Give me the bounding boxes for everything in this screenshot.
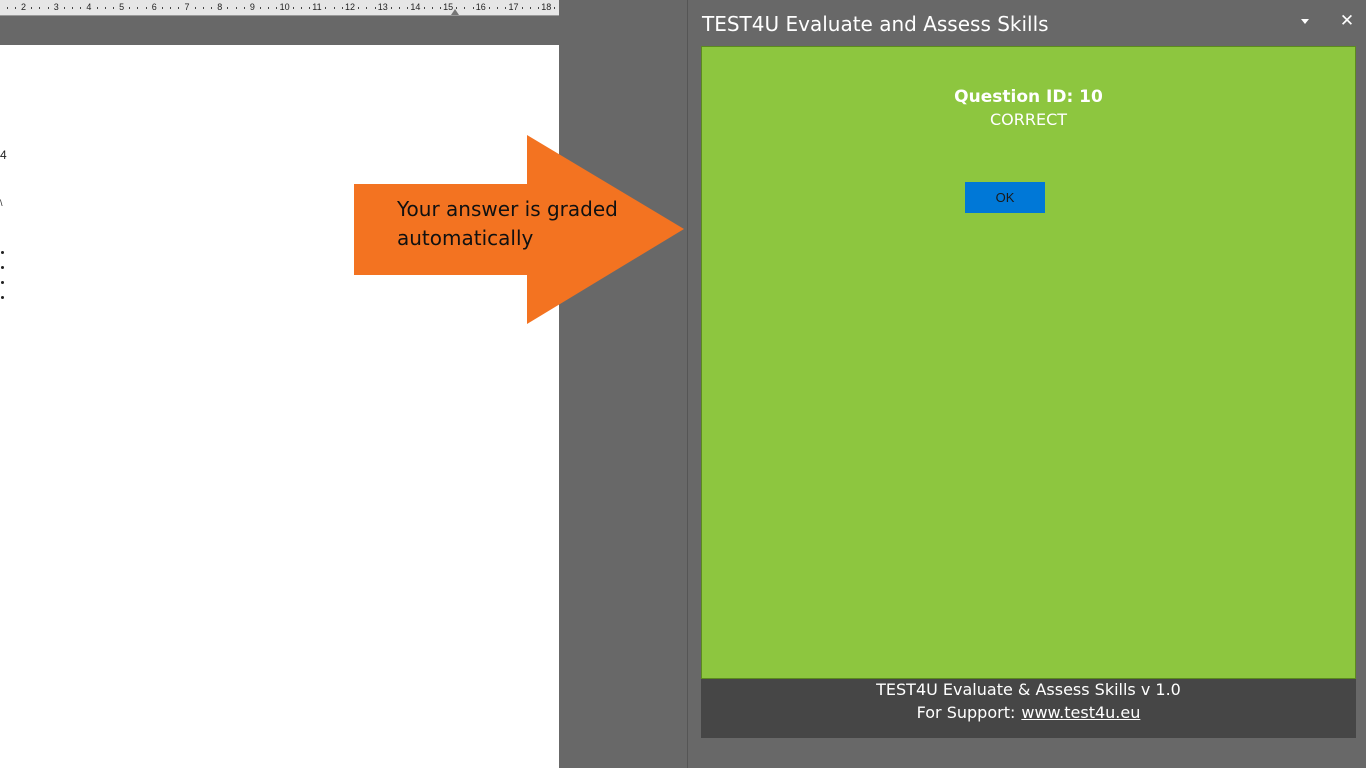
ruler-number: 17 [508, 2, 519, 12]
ruler-tick [374, 7, 376, 9]
ruler-tick [366, 7, 368, 9]
ruler-tick [268, 7, 270, 9]
document-text-fragment: \ [0, 198, 3, 208]
ruler-tick [72, 7, 74, 9]
result-status: CORRECT [989, 110, 1068, 129]
bullet-dot [1, 281, 4, 284]
ruler-number: 18 [541, 2, 552, 12]
bullet-dot [1, 251, 4, 254]
ruler-tick [39, 7, 41, 9]
ruler-tick [202, 7, 204, 9]
ruler-number: 7 [184, 2, 190, 12]
ruler-number: 5 [119, 2, 125, 12]
ruler-tick [309, 7, 311, 9]
ruler-tick [554, 7, 556, 9]
ruler-tick [333, 7, 335, 9]
ruler-tick [112, 7, 114, 9]
ruler-tick [423, 7, 425, 9]
ruler-number: 4 [86, 2, 92, 12]
ruler-tick [292, 7, 294, 9]
support-line: For Support: www.test4u.eu [701, 703, 1356, 722]
ruler-tick [63, 7, 65, 9]
callout-text-line: Your answer is graded [397, 197, 618, 221]
ruler-tick [341, 7, 343, 9]
ruler-tick [505, 7, 507, 9]
ruler-tick [358, 7, 360, 9]
ruler-tick [276, 7, 278, 9]
ok-button[interactable]: OK [965, 182, 1045, 213]
ruler-number: 8 [217, 2, 223, 12]
ruler-tick [464, 7, 466, 9]
close-icon[interactable]: ✕ [1337, 10, 1357, 32]
bullet-dot [1, 296, 4, 299]
bullet-dot [1, 266, 4, 269]
ruler-number: 3 [53, 2, 59, 12]
ruler-tick [325, 7, 327, 9]
ruler-tick [6, 7, 8, 9]
ruler-tick [300, 7, 302, 9]
ruler-tick [399, 7, 401, 9]
ruler-tick [260, 7, 262, 9]
callout-arrow: Your answer is graded automatically [354, 135, 684, 324]
ruler-tick [243, 7, 245, 9]
ruler-tick [521, 7, 523, 9]
support-link[interactable]: www.test4u.eu [1021, 703, 1140, 722]
question-id-label: Question ID: 10 [954, 87, 1103, 107]
ruler-tick [170, 7, 172, 9]
ruler-tick [407, 7, 409, 9]
ruler-tick [227, 7, 229, 9]
pane-options-dropdown-icon[interactable] [1296, 14, 1314, 30]
ruler-tick [161, 7, 163, 9]
ruler-number: 13 [377, 2, 388, 12]
ruler-number: 11 [312, 2, 322, 12]
ruler-tick [178, 7, 180, 9]
pane-title: TEST4U Evaluate and Assess Skills [702, 12, 1049, 36]
ruler-tick [31, 7, 33, 9]
ruler-number: 6 [151, 2, 157, 12]
ruler-tick [235, 7, 237, 9]
ruler-tick [47, 7, 49, 9]
ruler-tick [472, 7, 474, 9]
indent-marker-icon[interactable] [451, 9, 459, 15]
ruler-tick [80, 7, 82, 9]
ruler-number: 12 [345, 2, 356, 12]
document-canvas-gap [0, 16, 559, 45]
ruler-tick [390, 7, 392, 9]
ruler-tick [145, 7, 147, 9]
version-text: TEST4U Evaluate & Assess Skills v 1.0 [876, 680, 1181, 699]
pane-footer: TEST4U Evaluate & Assess Skills v 1.0 Fo… [701, 679, 1356, 738]
ruler-tick [439, 7, 441, 9]
ruler-tick [538, 7, 540, 9]
ruler-tick [488, 7, 490, 9]
ruler-tick [104, 7, 106, 9]
ruler-tick [129, 7, 131, 9]
ruler-tick [14, 7, 16, 9]
pane-divider[interactable] [687, 0, 688, 768]
callout-text: Your answer is graded automatically [397, 195, 637, 253]
support-label: For Support: [916, 703, 1016, 722]
ruler-tick [529, 7, 531, 9]
ruler-tick [497, 7, 499, 9]
ruler-number: 16 [475, 2, 486, 12]
ruler-number: 2 [21, 2, 27, 12]
result-panel: Question ID: 10 CORRECT OK [701, 46, 1356, 679]
callout-text-line: automatically [397, 226, 534, 250]
ruler-tick [96, 7, 98, 9]
ruler-tick [431, 7, 433, 9]
ruler-tick [194, 7, 196, 9]
ruler-number: 14 [410, 2, 421, 12]
ruler-tick [137, 7, 139, 9]
document-text-fragment: 4 [0, 148, 7, 162]
ruler-number: 9 [249, 2, 255, 12]
ruler-tick [211, 7, 213, 9]
ruler-number: 10 [279, 2, 290, 12]
horizontal-ruler[interactable]: 2 3 4 5 6 7 8 9 10 11 12 13 14 15 16 17 18 [0, 0, 559, 16]
